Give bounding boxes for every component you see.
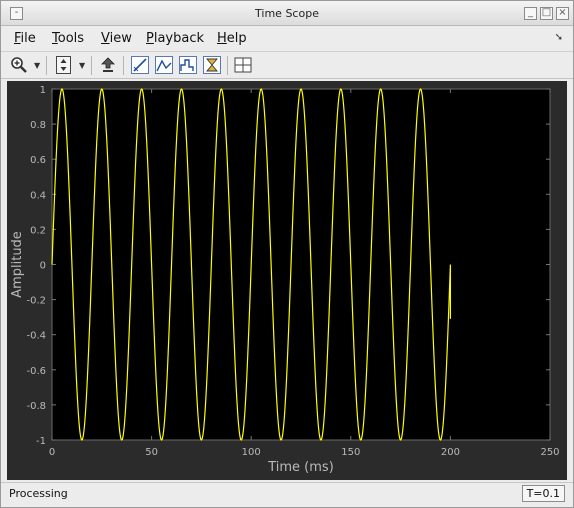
x-axis-label: Time (ms): [267, 460, 334, 475]
menu-help[interactable]: Help: [217, 31, 247, 46]
layout-icon[interactable]: [233, 55, 253, 75]
y-tick-label: 0.2: [30, 225, 46, 236]
scope-plot: 10.80.60.40.20-0.2-0.4-0.6-0.8-10 50 100 15…: [10, 85, 560, 475]
scale-axes-icon[interactable]: [54, 55, 74, 75]
peak-finder-icon[interactable]: [154, 55, 174, 75]
maximize-button[interactable]: □: [540, 7, 553, 20]
menu-tools[interactable]: Tools: [52, 31, 84, 46]
window-title: Time Scope: [255, 7, 319, 20]
x-tick-label: 250: [540, 447, 559, 458]
menu-bar: File Tools View Playback Help ➘: [1, 27, 573, 49]
signal-statistics-icon[interactable]: [178, 55, 198, 75]
menu-view[interactable]: View: [101, 31, 132, 46]
simulation-time: T=0.1: [521, 485, 565, 502]
y-tick-label: -1: [36, 436, 46, 447]
status-text: Processing: [9, 487, 68, 500]
time-scope-window: - Time Scope _ □ × File Tools View Playb…: [0, 0, 574, 508]
x-tick-label: 0: [49, 447, 55, 458]
y-tick-label: 0.4: [30, 190, 46, 201]
scale-axes-dropdown-icon[interactable]: ▼: [79, 61, 85, 70]
x-tick-label: 150: [341, 447, 360, 458]
y-tick-label: -0.4: [26, 331, 46, 342]
y-tick-label: 0: [40, 261, 46, 272]
restore-view-icon[interactable]: [98, 55, 118, 75]
close-button[interactable]: ×: [556, 7, 569, 20]
y-tick-label: -0.2: [26, 296, 46, 307]
zoom-dropdown-icon[interactable]: ▼: [34, 61, 40, 70]
y-tick-label: 0.8: [30, 120, 46, 131]
y-tick-label: -0.8: [26, 401, 46, 412]
toolbar-separator: [91, 56, 92, 75]
y-tick-label: 0.6: [30, 155, 46, 166]
bilevel-measurements-icon[interactable]: [202, 55, 222, 75]
menu-file[interactable]: File: [14, 31, 36, 46]
menubar-dock-arrow-icon[interactable]: ➘: [555, 32, 563, 43]
title-bar[interactable]: - Time Scope _ □ ×: [1, 1, 573, 26]
x-tick-label: 200: [441, 447, 460, 458]
cursor-measurements-icon[interactable]: [130, 55, 150, 75]
scope-display[interactable]: 1 0.8 0.6 0.4 0.2 0 -0.2 -0.4 -0.6 -0.8 -1 0 50 100 15…: [7, 81, 567, 480]
menu-playback[interactable]: Playback: [146, 31, 204, 46]
x-tick-label: 50: [145, 447, 158, 458]
toolbar-separator: [227, 56, 228, 75]
y-tick-label: 1: [40, 85, 46, 96]
minimize-button[interactable]: _: [524, 7, 537, 20]
y-axis-label: Amplitude: [10, 231, 25, 298]
toolbar: ▼ ▼: [1, 51, 573, 79]
x-tick-label: 100: [242, 447, 261, 458]
status-bar: Processing T=0.1: [1, 482, 573, 507]
zoom-in-icon[interactable]: [9, 55, 29, 75]
toolbar-separator: [46, 56, 47, 75]
toolbar-separator: [123, 56, 124, 75]
y-tick-label: -0.6: [26, 366, 46, 377]
